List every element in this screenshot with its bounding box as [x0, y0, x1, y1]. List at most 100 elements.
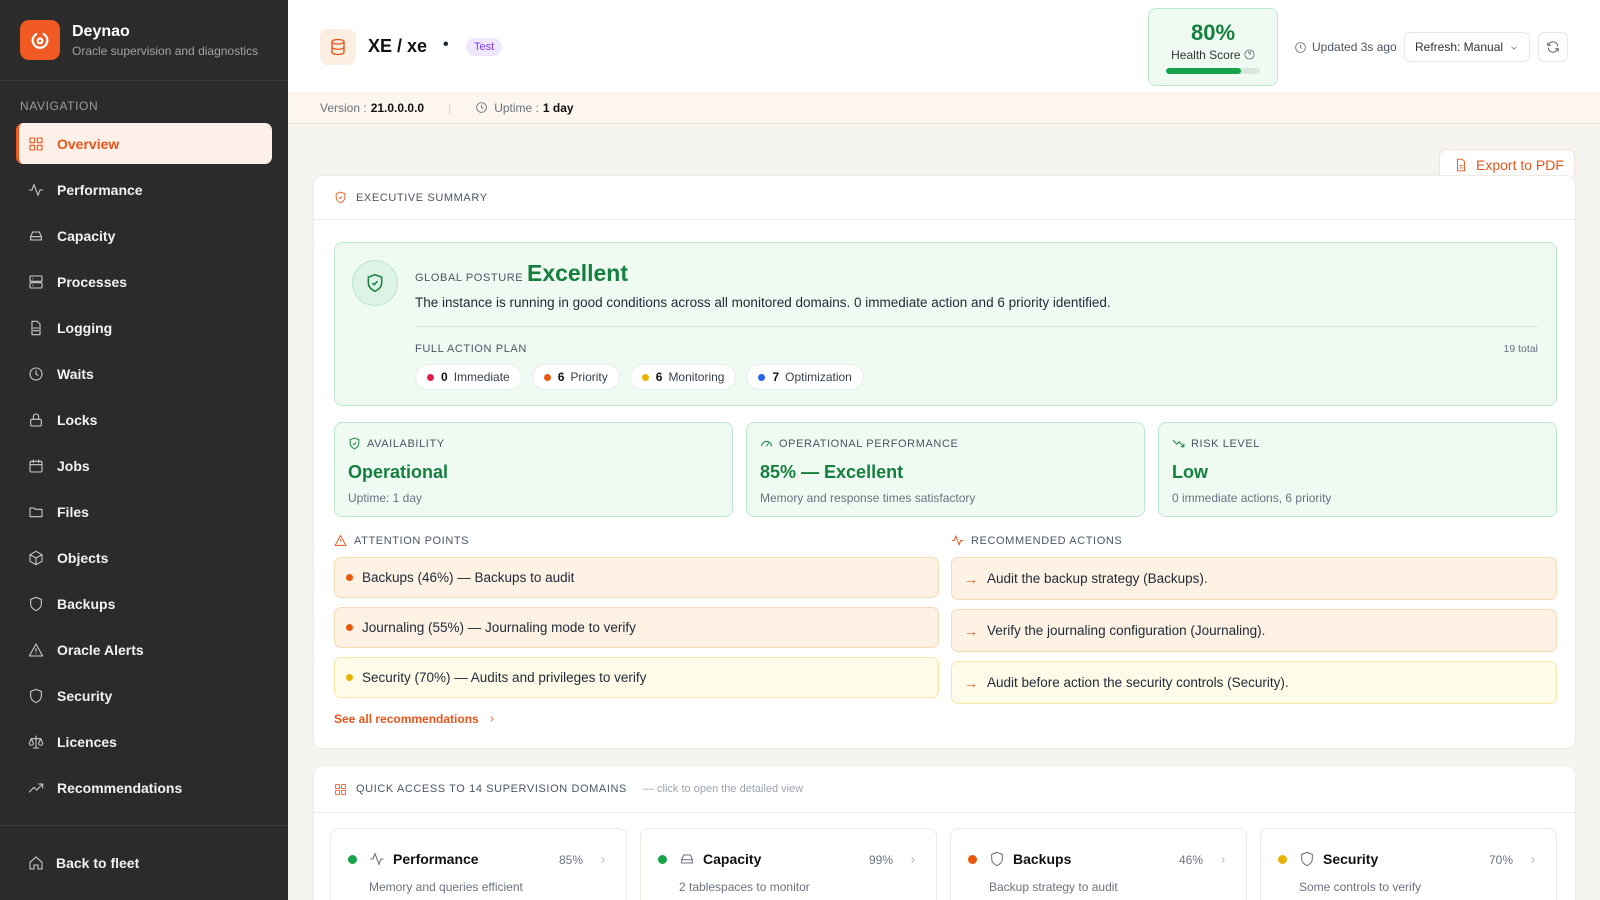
- brand[interactable]: Deynao Oracle supervision and diagnostic…: [0, 0, 288, 81]
- refresh-button[interactable]: [1538, 32, 1568, 62]
- health-score-card[interactable]: 80% Health Score: [1148, 8, 1278, 86]
- domain-card-security[interactable]: Security 70% Some controls to verify: [1260, 828, 1557, 900]
- activity-icon: [28, 183, 44, 196]
- recommended-action-item[interactable]: → Audit before action the security contr…: [951, 661, 1557, 704]
- brand-logo-icon: [20, 20, 60, 60]
- chevron-right-icon: [601, 857, 605, 863]
- sidebar-item-locks[interactable]: Locks: [16, 399, 272, 440]
- kpi-risk-level: RISK LEVEL Low 0 immediate actions, 6 pr…: [1158, 422, 1557, 517]
- see-all-recommendations-link[interactable]: See all recommendations: [334, 712, 497, 726]
- recommended-actions-title-text: RECOMMENDED ACTIONS: [971, 534, 1123, 547]
- pill-priority[interactable]: 6 Priority: [531, 364, 620, 390]
- activity-icon: [952, 534, 963, 547]
- sidebar-item-overview[interactable]: Overview: [16, 123, 272, 164]
- pill-optimization[interactable]: 7 Optimization: [746, 364, 864, 390]
- sidebar-item-oracle-alerts[interactable]: Oracle Alerts: [16, 629, 272, 670]
- uptime-value: 1 day: [542, 100, 574, 115]
- sidebar-item-jobs[interactable]: Jobs: [16, 445, 272, 486]
- kpi-subtext: Uptime: 1 day: [348, 491, 423, 505]
- global-posture-value: Excellent: [527, 260, 628, 286]
- sidebar-item-label: Licences: [57, 733, 117, 750]
- back-to-fleet-button[interactable]: Back to fleet: [0, 825, 288, 900]
- info-divider: |: [448, 100, 452, 115]
- shield-check-icon: [352, 260, 398, 306]
- sidebar-item-waits[interactable]: Waits: [16, 353, 272, 394]
- sidebar-item-files[interactable]: Files: [16, 491, 272, 532]
- refresh-mode-value: Refresh: Manual: [1415, 40, 1504, 54]
- status-dot: [641, 373, 649, 381]
- home-icon: [29, 856, 43, 870]
- brand-name: Deynao: [72, 22, 130, 40]
- sidebar-item-objects[interactable]: Objects: [16, 537, 272, 578]
- last-updated-text: Updated 3s ago: [1312, 40, 1397, 54]
- sidebar-item-label: Files: [57, 503, 89, 520]
- last-updated: Updated 3s ago: [1294, 40, 1397, 54]
- sidebar-item-security[interactable]: Security: [16, 675, 272, 716]
- global-posture-label: GLOBAL POSTURE: [415, 272, 524, 284]
- status-dot: [968, 855, 977, 864]
- sidebar-item-capacity[interactable]: Capacity: [16, 215, 272, 256]
- file-icon: [1457, 158, 1465, 172]
- domain-name: Security: [1323, 851, 1379, 867]
- executive-summary-title: EXECUTIVE SUMMARY: [356, 191, 488, 204]
- sidebar-item-label: Capacity: [57, 227, 116, 244]
- domain-card-capacity[interactable]: Capacity 99% 2 tablespaces to monitor: [640, 828, 937, 900]
- shield-icon: [991, 851, 1003, 867]
- pill-label: Optimization: [785, 370, 852, 384]
- version-label: Version :: [320, 100, 367, 115]
- chevron-right-icon: [1531, 857, 1535, 863]
- domain-name: Performance: [393, 851, 479, 867]
- scale-icon: [28, 734, 44, 749]
- sidebar-item-label: Overview: [57, 135, 120, 152]
- attention-points-title: ATTENTION POINTS: [334, 534, 469, 547]
- pill-immediate[interactable]: 0 Immediate: [415, 364, 522, 390]
- shield-icon: [1301, 851, 1313, 867]
- attention-item[interactable]: Journaling (55%) — Journaling mode to ve…: [334, 607, 939, 648]
- calendar-icon: [29, 458, 43, 473]
- sidebar-item-label: Objects: [57, 549, 109, 566]
- chevron-right-icon: [490, 716, 494, 722]
- attention-item-text: Backups (46%) — Backups to audit: [362, 570, 575, 585]
- quick-access-card: QUICK ACCESS TO 14 SUPERVISION DOMAINS —…: [313, 765, 1576, 900]
- attention-item[interactable]: Backups (46%) — Backups to audit: [334, 557, 939, 598]
- gauge-icon: [761, 440, 772, 447]
- domain-score: 70%: [1488, 853, 1513, 867]
- domain-score: 46%: [1178, 853, 1203, 867]
- environment-badge: Test: [466, 38, 503, 56]
- uptime-label: Uptime :: [494, 100, 539, 115]
- kpi-operational-performance: OPERATIONAL PERFORMANCE 85% — Excellent …: [746, 422, 1145, 517]
- sidebar-item-performance[interactable]: Performance: [16, 169, 272, 210]
- health-score-bar: [1166, 68, 1260, 74]
- refresh-mode-select[interactable]: Refresh: Manual: [1404, 32, 1530, 62]
- sidebar-item-label: Security: [57, 687, 113, 704]
- attention-item[interactable]: Security (70%) — Audits and privileges t…: [334, 657, 939, 698]
- domain-score: 85%: [558, 853, 583, 867]
- domain-card-backups[interactable]: Backups 46% Backup strategy to audit: [950, 828, 1247, 900]
- action-plan-total: 19 total: [1503, 343, 1538, 355]
- sidebar-item-processes[interactable]: Processes: [16, 261, 272, 302]
- help-icon[interactable]: [1244, 49, 1255, 60]
- kpi-label: AVAILABILITY: [348, 437, 445, 450]
- recommended-action-text: Audit the backup strategy (Backups).: [987, 571, 1208, 586]
- recommended-action-item[interactable]: → Audit the backup strategy (Backups).: [951, 557, 1557, 600]
- domain-score: 99%: [868, 853, 893, 867]
- pill-count: 6: [557, 370, 565, 384]
- brand-tagline: Oracle supervision and diagnostics: [72, 43, 259, 58]
- kpi-label-text: OPERATIONAL PERFORMANCE: [779, 437, 959, 450]
- status-dot: [346, 624, 353, 631]
- domain-card-performance[interactable]: Performance 85% Memory and queries effic…: [330, 828, 627, 900]
- nav-title: NAVIGATION: [20, 99, 99, 113]
- recommended-action-item[interactable]: → Verify the journaling configuration (J…: [951, 609, 1557, 652]
- pill-label: Immediate: [453, 370, 510, 384]
- sidebar-item-logging[interactable]: Logging: [16, 307, 272, 348]
- arrow-right-icon: →: [964, 622, 978, 639]
- chevron-down-icon: [1511, 46, 1517, 50]
- sidebar-item-recommendations[interactable]: Recommendations: [16, 767, 272, 808]
- sidebar-item-licences[interactable]: Licences: [16, 721, 272, 762]
- kpi-subtext: Memory and response times satisfactory: [760, 491, 976, 505]
- sidebar-item-backups[interactable]: Backups: [16, 583, 272, 624]
- sidebar-item-label: Performance: [57, 181, 143, 198]
- sidebar-item-label: Jobs: [57, 457, 90, 474]
- quick-access-header: QUICK ACCESS TO 14 SUPERVISION DOMAINS —…: [314, 766, 1575, 813]
- pill-monitoring[interactable]: 6 Monitoring: [629, 364, 737, 390]
